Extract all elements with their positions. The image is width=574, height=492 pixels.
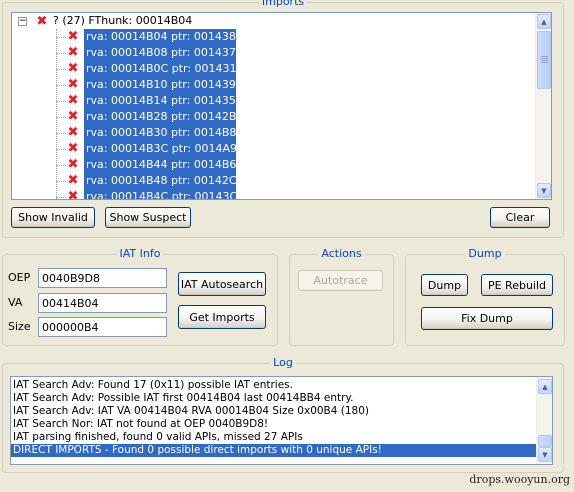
module-node[interactable]: ? (27) FThunk: 00014B04 [53, 13, 192, 29]
import-item-label: rva: 00014B3C ptr: 0014A9B0 [84, 141, 252, 157]
oep-label: OEP [8, 271, 31, 284]
import-item-label: rva: 00014B30 ptr: 0014B890 [84, 125, 251, 141]
va-label: VA [8, 296, 23, 309]
invalid-x-icon: ✖ [67, 77, 79, 92]
log-list[interactable]: IAT Search Adv: Found 17 (0x11) possible… [10, 376, 553, 465]
log-line[interactable]: IAT parsing finished, found 0 valid APIs… [13, 431, 303, 444]
clear-button[interactable]: Clear [490, 207, 550, 228]
invalid-x-icon: ✖ [67, 173, 79, 188]
invalid-x-icon: ✖ [67, 189, 79, 200]
import-item[interactable]: rva: 00014B04 ptr: 00143840 [84, 29, 250, 45]
log-scroll-thumb[interactable] [538, 435, 552, 447]
invalid-x-icon: ✖ [67, 45, 79, 60]
scroll-down-icon[interactable]: ▼ [537, 183, 551, 198]
log-scrollbar[interactable]: ▲ ▼ [536, 377, 552, 464]
import-item[interactable]: rva: 00014B4C ptr: 00143C88 [84, 189, 251, 199]
log-line[interactable]: DIRECT IMPORTS - Found 0 possible direct… [11, 444, 536, 457]
tree-expander-button[interactable]: − [18, 17, 27, 26]
import-item-label: rva: 00014B14 ptr: 00143510 [84, 93, 250, 109]
imports-tree[interactable]: − ✖ ? (27) FThunk: 00014B04 ✖ rva: 00014B… [11, 12, 552, 200]
iat-info-title: IAT Info [116, 247, 164, 260]
log-scroll-up-icon[interactable]: ▲ [538, 379, 552, 394]
invalid-x-icon: ✖ [67, 29, 79, 44]
import-item-label: rva: 00014B44 ptr: 0014B6E0 [84, 157, 251, 173]
import-item-label: rva: 00014B0C ptr: 00143180 [84, 61, 251, 77]
imports-title: Imports [258, 0, 308, 8]
dump-title: Dump [465, 247, 505, 260]
log-line[interactable]: IAT Search Nor: IAT not found at OEP 004… [13, 418, 268, 431]
module-node-label: ? (27) FThunk: 00014B04 [53, 14, 193, 27]
size-label: Size [8, 320, 31, 333]
invalid-x-icon: ✖ [67, 109, 79, 124]
actions-group: Actions [289, 247, 394, 346]
import-item-label: rva: 00014B4C ptr: 00143C88 [84, 189, 251, 199]
import-item-label: rva: 00014B04 ptr: 00143840 [84, 29, 250, 45]
va-field[interactable] [38, 293, 167, 313]
actions-title: Actions [318, 247, 365, 260]
invalid-x-icon: ✖ [67, 125, 79, 140]
import-item-label: rva: 00014B10 ptr: 00143918 [84, 77, 250, 93]
invalid-x-icon: ✖ [67, 157, 79, 172]
invalid-x-icon: ✖ [67, 93, 79, 108]
import-item[interactable]: rva: 00014B3C ptr: 0014A9B0 [84, 141, 252, 157]
scroll-thumb[interactable] [537, 31, 551, 89]
fix-dump-button[interactable]: Fix Dump [421, 307, 553, 330]
log-line[interactable]: IAT Search Adv: IAT VA 00414B04 RVA 0001… [13, 405, 369, 418]
import-item[interactable]: rva: 00014B30 ptr: 0014B890 [84, 125, 251, 141]
autotrace-button[interactable]: Autotrace [298, 270, 383, 291]
import-item[interactable]: rva: 00014B28 ptr: 00142BC0 [84, 109, 251, 125]
import-item[interactable]: rva: 00014B10 ptr: 00143918 [84, 77, 250, 93]
import-item[interactable]: rva: 00014B08 ptr: 00143778 [84, 45, 250, 61]
iat-autosearch-button[interactable]: IAT Autosearch [178, 272, 266, 296]
oep-field[interactable] [38, 268, 167, 288]
log-scroll-down-icon[interactable]: ▼ [538, 447, 552, 462]
import-item-label: rva: 00014B48 ptr: 00142C88 [84, 173, 251, 189]
watermark: drops.wooyun.org [469, 473, 570, 486]
import-item-label: rva: 00014B28 ptr: 00142BC0 [84, 109, 251, 125]
import-item[interactable]: rva: 00014B44 ptr: 0014B6E0 [84, 157, 251, 173]
log-title: Log [270, 356, 296, 369]
invalid-x-icon: ✖ [67, 141, 79, 156]
import-item[interactable]: rva: 00014B14 ptr: 00143510 [84, 93, 250, 109]
get-imports-button[interactable]: Get Imports [178, 305, 266, 329]
show-invalid-button[interactable]: Show Invalid [11, 207, 95, 228]
dump-group: Dump [405, 247, 565, 346]
import-item[interactable]: rva: 00014B0C ptr: 00143180 [84, 61, 251, 77]
log-line[interactable]: IAT Search Adv: Possible IAT first 00414… [13, 392, 354, 405]
log-line[interactable]: IAT Search Adv: Found 17 (0x11) possible… [13, 379, 293, 392]
imports-scrollbar[interactable]: ▲ ▼ [535, 13, 551, 199]
import-item-label: rva: 00014B08 ptr: 00143778 [84, 45, 250, 61]
show-suspect-button[interactable]: Show Suspect [105, 207, 191, 228]
invalid-x-icon: ✖ [36, 14, 48, 29]
import-item[interactable]: rva: 00014B48 ptr: 00142C88 [84, 173, 251, 189]
pe-rebuild-button[interactable]: PE Rebuild [481, 274, 553, 296]
size-field[interactable] [38, 317, 167, 337]
scroll-up-icon[interactable]: ▲ [537, 14, 551, 29]
dump-button[interactable]: Dump [421, 274, 468, 296]
invalid-x-icon: ✖ [67, 61, 79, 76]
